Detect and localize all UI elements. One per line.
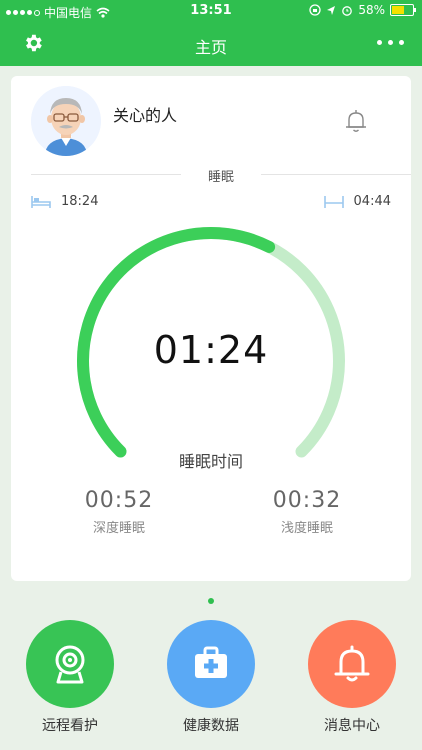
nav-remote-care[interactable]: 远程看护 [15,620,125,735]
sleep-card: 关心的人 睡眠 18:24 04:44 01:24 睡眠时间 00:52 深度睡… [11,76,411,581]
medical-kit-icon [195,646,227,678]
sleep-duration-label: 睡眠时间 [178,452,243,471]
light-sleep-label: 浅度睡眠 [280,521,333,536]
avatar[interactable] [31,86,101,156]
sleep-section-divider: 睡眠 [31,163,411,185]
deep-sleep-label: 深度睡眠 [92,521,145,536]
empty-bed-icon [323,195,344,208]
battery-icon [390,4,416,16]
health-data-label: 健康数据 [183,718,239,734]
health-data-button[interactable] [167,620,255,708]
light-sleep-stat: 00:32 浅度睡眠 [247,488,367,536]
bed-icon [31,195,51,208]
wake-time: 04:44 [323,194,391,209]
nav-health-data[interactable]: 健康数据 [156,620,266,735]
wake-time-value: 04:44 [353,194,391,209]
camera-icon [55,645,85,684]
top-bar: 中国电信 13:51 58% 主页 [0,0,422,66]
remote-care-button[interactable] [26,620,114,708]
battery-percent: 58% [358,3,385,17]
deep-sleep-stat: 00:52 深度睡眠 [59,488,179,536]
bed-time: 18:24 [31,194,98,209]
bell-icon [334,645,370,682]
person-name: 关心的人 [113,106,178,125]
light-sleep-value: 00:32 [272,488,342,513]
message-center-label: 消息中心 [324,718,380,734]
status-bar: 中国电信 13:51 58% [0,0,422,22]
page-indicator [208,598,214,604]
bell-icon[interactable] [341,106,371,136]
sleep-duration: 01:24 [153,328,269,372]
deep-sleep-value: 00:52 [84,488,154,513]
elderly-person-icon [31,86,101,156]
sleep-section-label: 睡眠 [207,170,234,185]
lock-rotation-icon [309,4,321,16]
alarm-icon [342,6,353,16]
nav-message-center[interactable]: 消息中心 [297,620,407,735]
remote-care-label: 远程看护 [42,718,98,734]
message-center-button[interactable] [308,620,396,708]
bed-time-value: 18:24 [61,194,99,209]
page-title: 主页 [194,38,227,57]
app-header: 主页 [0,22,422,66]
more-icon[interactable] [377,40,404,45]
location-icon [327,5,336,15]
